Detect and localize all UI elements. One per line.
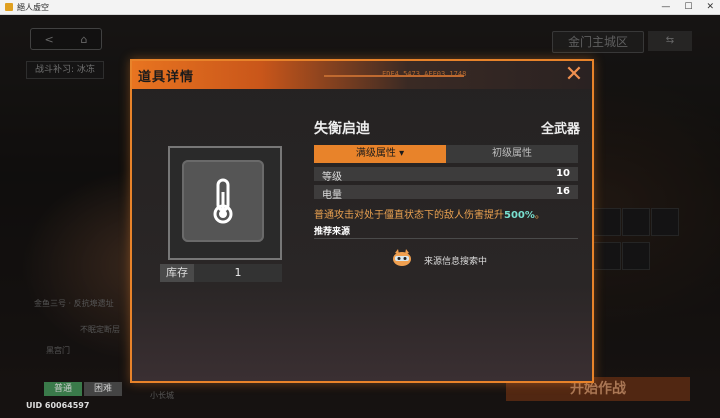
description-end: 。 (534, 210, 545, 221)
difficulty-selector: 普通 困难 (44, 382, 123, 396)
game-view: < ⌂ 战斗补习: 冰冻 金门主城区 ⇆ 金鱼三号 · 反抗埠遗址 不眠定断层 … (0, 15, 720, 418)
stat-value: 10 (556, 168, 570, 179)
source-header: 推荐来源 (314, 227, 351, 237)
close-icon[interactable]: ✕ (562, 63, 586, 87)
source-divider (314, 238, 578, 239)
stat-label: 等级 (322, 172, 342, 183)
source-status: 来源信息搜索中 (424, 257, 488, 267)
minimize-button[interactable]: — (661, 2, 670, 12)
difficulty-normal[interactable]: 普通 (44, 382, 83, 396)
tab-base-level[interactable]: 初级属性 (446, 145, 578, 163)
app-icon (5, 3, 13, 11)
item-description: 普通攻击对处于僵直状态下的敌人伤害提升500%。 (314, 206, 545, 221)
description-text: 普通攻击对处于僵直状态下的敌人伤害提升 (314, 210, 504, 221)
stat-label: 电量 (322, 190, 342, 201)
stat-value: 16 (556, 186, 570, 197)
header-code: FDF4 5473 AFF03 1748 (382, 70, 467, 78)
item-detail-modal: 道具详情 FDF4 5473 AFF03 1748 ✕ 库存 1 失衡启迪 全武… (130, 59, 594, 383)
maximize-button[interactable]: ☐ (684, 2, 692, 12)
mascot-icon (393, 249, 411, 266)
item-icon-plate (182, 160, 264, 242)
item-type: 全武器 (540, 122, 580, 137)
stock-value: 1 (194, 264, 282, 282)
stat-row-power: 电量 16 (314, 185, 578, 201)
difficulty-hard[interactable]: 困难 (84, 382, 123, 396)
stock-label: 库存 (160, 264, 194, 282)
item-name: 失衡启迪 (314, 121, 370, 137)
stat-row-level: 等级 10 (314, 167, 578, 183)
thermometer-icon (213, 178, 233, 224)
window-close-button[interactable]: ✕ (706, 2, 714, 12)
window-title: 絕人虛空 (17, 2, 49, 12)
uid-label: UID 60064597 (26, 401, 90, 410)
modal-header: 道具详情 FDF4 5473 AFF03 1748 ✕ (132, 61, 592, 89)
stock-row: 库存 1 (160, 264, 282, 282)
item-icon-frame (168, 146, 282, 260)
description-percent: 500% (504, 210, 535, 221)
tab-max-level[interactable]: 满级属性 ▾ (314, 145, 446, 163)
attribute-tabs: 满级属性 ▾ 初级属性 (314, 145, 578, 163)
modal-title: 道具详情 (138, 70, 195, 85)
window-titlebar: 絕人虛空 — ☐ ✕ (0, 0, 720, 15)
